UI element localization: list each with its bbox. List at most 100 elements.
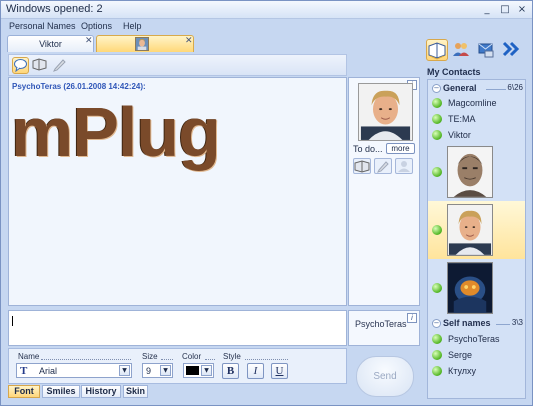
title-bar[interactable]: Windows opened: 2 _ □ ×	[1, 1, 532, 19]
status-online-icon	[432, 167, 442, 177]
info-history-button[interactable]	[353, 158, 371, 174]
self-name-panel: i PsychoTeras	[348, 310, 420, 346]
divider	[496, 324, 510, 325]
restore-icon[interactable]: □	[499, 4, 511, 16]
avatar	[447, 262, 493, 314]
contact-item[interactable]	[428, 143, 525, 201]
font-name-value: Arial	[39, 366, 58, 376]
underline-button[interactable]: U	[271, 363, 288, 379]
tab-close-icon[interactable]: ✕	[85, 36, 93, 46]
collapse-icon[interactable]: −	[432, 84, 441, 93]
tab-label: Viktor	[39, 39, 62, 49]
chat-log[interactable]: PsychoTeras (26.01.2008 14:42:24): mPlug	[8, 77, 347, 306]
contact-info-panel: i To do... more	[348, 77, 420, 306]
font-size-select[interactable]: 9 ▼	[142, 363, 173, 378]
divider	[245, 359, 288, 360]
group-name: General	[443, 83, 477, 93]
divider	[486, 89, 506, 90]
more-button[interactable]: more	[386, 143, 415, 154]
collapse-icon[interactable]: −	[432, 319, 441, 328]
contact-name: TE:MA	[448, 114, 476, 124]
self-name: PsychoTeras	[355, 319, 407, 329]
tab-history[interactable]: History	[81, 385, 121, 398]
menu-options[interactable]: Options	[81, 21, 112, 31]
contact-name: Serge	[448, 350, 473, 360]
tab-smiles[interactable]: Smiles	[42, 385, 80, 398]
bold-button[interactable]: B	[222, 363, 239, 379]
group-name: Self names	[443, 318, 491, 328]
message-body: mPlug	[11, 93, 221, 171]
status-online-icon	[432, 366, 442, 376]
main-window: Windows opened: 2 _ □ × Personal Names O…	[0, 0, 533, 406]
contact-item-selected[interactable]	[428, 201, 525, 259]
contact-list[interactable]: − General 6\26 Magcomline TE:MA Viktor −…	[427, 79, 526, 399]
tab-active-contact[interactable]: ✕	[96, 35, 194, 52]
avatar	[447, 146, 493, 198]
font-name-select[interactable]: T Arial ▼	[16, 363, 132, 378]
divider	[161, 359, 173, 360]
window-title: Windows opened: 2	[6, 3, 103, 15]
chat-toolbar	[8, 54, 347, 76]
tab-close-icon[interactable]: ✕	[185, 36, 193, 46]
group-count: 6\26	[507, 83, 523, 92]
contact-item[interactable]: Magcomline	[428, 95, 525, 111]
divider	[205, 359, 215, 360]
groups-button[interactable]	[451, 39, 473, 61]
user-icon	[398, 161, 410, 172]
mail-button[interactable]	[476, 39, 498, 61]
tab-viktor[interactable]: Viktor ✕	[7, 35, 94, 52]
contact-name: Magcomline	[448, 98, 497, 108]
menu-bar: Personal Names Options Help	[1, 19, 532, 33]
close-icon[interactable]: ×	[516, 4, 528, 16]
status-online-icon	[432, 283, 442, 293]
expand-button[interactable]	[501, 39, 523, 61]
contact-item[interactable]: Serge	[428, 347, 525, 363]
status-online-icon	[432, 350, 442, 360]
message-header: PsychoTeras (26.01.2008 14:42:24):	[12, 82, 146, 91]
menu-help[interactable]: Help	[123, 21, 142, 31]
font-color-select[interactable]: ▼	[183, 363, 214, 378]
minimize-icon[interactable]: _	[481, 4, 493, 16]
book-icon	[428, 42, 446, 60]
pencil-icon	[377, 161, 389, 173]
tab-font[interactable]: Font	[8, 385, 40, 398]
info-user-button[interactable]	[395, 158, 413, 174]
font-name-label: Name	[18, 352, 40, 361]
chevron-down-icon[interactable]: ▼	[201, 365, 212, 376]
group-header-general[interactable]: − General 6\26	[428, 82, 525, 95]
color-swatch	[186, 366, 199, 375]
contact-name: Viktor	[448, 130, 471, 140]
truetype-icon: T	[20, 365, 28, 377]
message-input[interactable]	[8, 310, 347, 346]
pencil-icon	[53, 59, 66, 72]
contact-name: PsychoTeras	[448, 334, 500, 344]
double-chevron-right-icon	[502, 41, 520, 57]
contact-list-toolbar	[426, 39, 526, 63]
menu-personal-names[interactable]: Personal Names	[9, 21, 76, 31]
group-header-self-names[interactable]: − Self names 3\3	[428, 317, 525, 330]
status-online-icon	[432, 225, 442, 235]
contact-item[interactable]: Ктулху	[428, 363, 525, 379]
contact-avatar[interactable]	[358, 83, 413, 141]
text-caret	[12, 316, 13, 326]
avatar	[447, 204, 493, 256]
tab-skin[interactable]: Skin	[123, 385, 148, 398]
contacts-view-button[interactable]	[426, 39, 448, 61]
contact-list-title: My Contacts	[427, 67, 481, 77]
chat-mode-button[interactable]	[12, 57, 29, 74]
tab-avatar-icon	[135, 37, 149, 51]
chevron-down-icon[interactable]: ▼	[160, 365, 171, 376]
notes-mode-button[interactable]	[52, 57, 69, 74]
info-edit-button[interactable]	[374, 158, 392, 174]
contact-item[interactable]: Viktor	[428, 127, 525, 143]
italic-button[interactable]: I	[247, 363, 264, 379]
send-button[interactable]: Send	[356, 356, 414, 397]
contact-item[interactable]: TE:MA	[428, 111, 525, 127]
info-icon[interactable]: i	[407, 313, 417, 323]
todo-label: To do...	[353, 144, 383, 154]
history-mode-button[interactable]	[32, 57, 49, 74]
users-icon	[453, 43, 469, 56]
chevron-down-icon[interactable]: ▼	[119, 365, 130, 376]
contact-item[interactable]: PsychoTeras	[428, 331, 525, 347]
contact-item[interactable]	[428, 259, 525, 317]
